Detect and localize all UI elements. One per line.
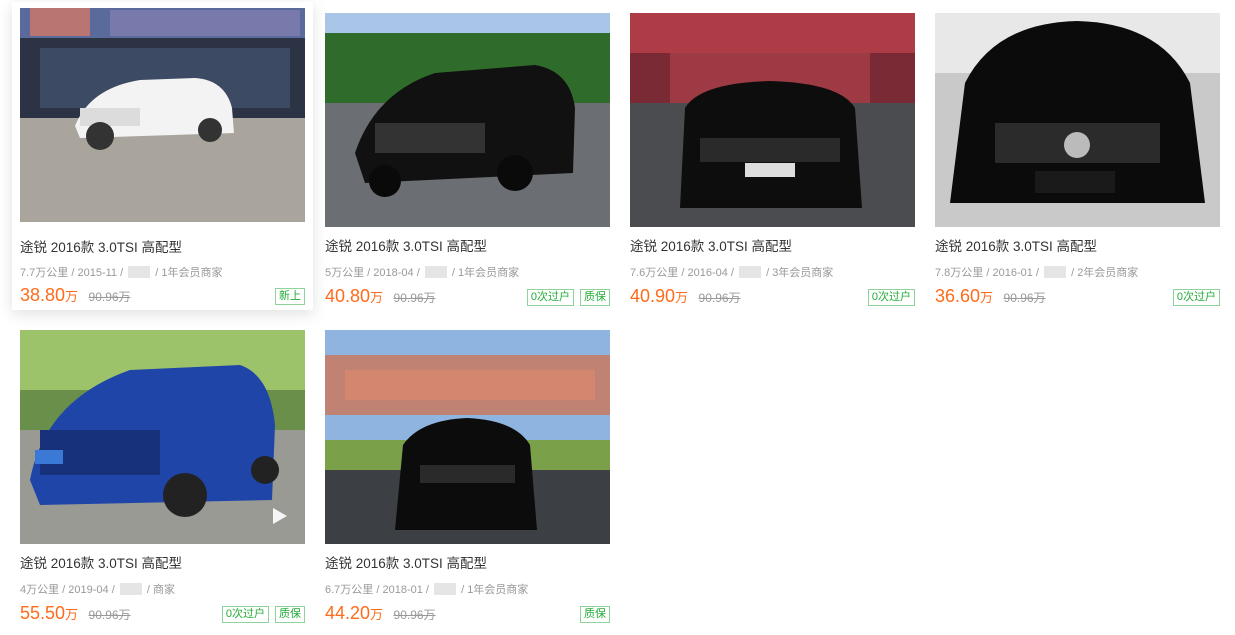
original-price: 90.96万: [1003, 291, 1046, 305]
date-text: 2019-04: [68, 584, 109, 596]
tag-badge: 0次过户: [1172, 289, 1220, 306]
listing-price: 44.20万: [325, 603, 384, 623]
redacted-location: [424, 266, 447, 278]
tag-list: 0次过户: [1172, 289, 1220, 306]
date-text: 2018-01: [382, 584, 423, 596]
listing-title[interactable]: 途锐 2016款 3.0TSI 高配型: [20, 552, 182, 572]
listing-title[interactable]: 途锐 2016款 3.0TSI 高配型: [325, 552, 487, 572]
listing-price: 40.90万: [630, 286, 689, 306]
tag-badge: 新上: [275, 288, 305, 305]
tag-list: 0次过户 质保: [526, 289, 610, 306]
seller-text: 3年会员商家: [772, 267, 834, 279]
listing-meta: 6.7万公里 / 2018-01 / / 1年会员商家: [325, 583, 529, 596]
mileage-text: 6.7万公里: [325, 584, 374, 596]
listing-card[interactable]: 途锐 2016款 3.0TSI 高配型 5万公里 / 2018-04 / / 1…: [325, 13, 610, 313]
seller-text: 1年会员商家: [161, 267, 223, 279]
redacted-location: [119, 583, 142, 595]
price-row: 38.80万 90.96万 新上: [20, 285, 305, 311]
listing-card[interactable]: 途锐 2016款 3.0TSI 高配型 6.7万公里 / 2018-01 / /…: [325, 330, 610, 630]
seller-text: 2年会员商家: [1077, 267, 1139, 279]
tag-list: 0次过户 质保: [221, 606, 305, 623]
listing-meta: 7.8万公里 / 2016-01 / / 2年会员商家: [935, 266, 1139, 279]
mileage-text: 7.6万公里: [630, 267, 679, 279]
price-row: 40.90万 90.96万 0次过户: [630, 286, 915, 312]
black-touareg-lot-icon[interactable]: [630, 13, 915, 227]
mileage-text: 7.7万公里: [20, 267, 69, 279]
listing-card[interactable]: 途锐 2016款 3.0TSI 高配型 7.8万公里 / 2016-01 / /…: [935, 13, 1220, 313]
white-touareg-showroom-icon[interactable]: [20, 8, 305, 222]
price-row: 55.50万 90.96万 0次过户 质保: [20, 603, 305, 629]
play-icon[interactable]: [273, 508, 287, 524]
original-price: 90.96万: [393, 291, 436, 305]
tag-badge: 质保: [580, 289, 610, 306]
price-row: 40.80万 90.96万 0次过户 质保: [325, 286, 610, 312]
listing-price: 36.60万: [935, 286, 994, 306]
date-text: 2016-04: [687, 267, 728, 279]
car-listing-grid: 途锐 2016款 3.0TSI 高配型 7.7万公里 / 2015-11 / /…: [0, 0, 1235, 635]
seller-text: 1年会员商家: [458, 267, 520, 279]
original-price: 90.96万: [698, 291, 741, 305]
tag-badge: 0次过户: [526, 289, 574, 306]
black-touareg-park-icon[interactable]: [325, 330, 610, 544]
listing-price: 55.50万: [20, 603, 79, 623]
redacted-location: [434, 583, 457, 595]
listing-meta: 7.6万公里 / 2016-04 / / 3年会员商家: [630, 266, 834, 279]
tag-badge: 质保: [580, 606, 610, 623]
original-price: 90.96万: [88, 608, 131, 622]
listing-price: 40.80万: [325, 286, 384, 306]
date-text: 2018-04: [373, 267, 414, 279]
blue-touareg-street-icon[interactable]: [20, 330, 305, 544]
seller-text: 商家: [153, 584, 176, 596]
seller-text: 1年会员商家: [467, 584, 529, 596]
original-price: 90.96万: [88, 290, 131, 304]
listing-title[interactable]: 途锐 2016款 3.0TSI 高配型: [325, 235, 487, 255]
date-text: 2016-01: [992, 267, 1033, 279]
date-text: 2015-11: [77, 267, 118, 279]
redacted-location: [128, 266, 151, 278]
price-row: 44.20万 90.96万 质保: [325, 603, 610, 629]
tag-badge: 质保: [275, 606, 305, 623]
tag-list: 0次过户: [867, 289, 915, 306]
listing-title[interactable]: 途锐 2016款 3.0TSI 高配型: [935, 235, 1097, 255]
listing-price: 38.80万: [20, 285, 79, 305]
tag-badge: 0次过户: [221, 606, 269, 623]
price-row: 36.60万 90.96万 0次过户: [935, 286, 1220, 312]
black-touareg-road-icon[interactable]: [325, 13, 610, 227]
tag-list: 质保: [580, 606, 610, 623]
listing-card[interactable]: 途锐 2016款 3.0TSI 高配型 7.6万公里 / 2016-04 / /…: [630, 13, 915, 313]
mileage-text: 5万公里: [325, 267, 365, 279]
listing-meta: 7.7万公里 / 2015-11 / / 1年会员商家: [20, 266, 223, 279]
listing-card[interactable]: 途锐 2016款 3.0TSI 高配型 4万公里 / 2019-04 / / 商…: [20, 330, 305, 630]
mileage-text: 7.8万公里: [935, 267, 984, 279]
listing-meta: 5万公里 / 2018-04 / / 1年会员商家: [325, 266, 520, 279]
original-price: 90.96万: [393, 608, 436, 622]
black-touareg-front-icon[interactable]: [935, 13, 1220, 227]
mileage-text: 4万公里: [20, 584, 60, 596]
listing-meta: 4万公里 / 2019-04 / / 商家: [20, 583, 176, 596]
listing-title[interactable]: 途锐 2016款 3.0TSI 高配型: [20, 236, 182, 256]
tag-list: 新上: [275, 288, 305, 305]
listing-card[interactable]: 途锐 2016款 3.0TSI 高配型 7.7万公里 / 2015-11 / /…: [12, 2, 313, 310]
listing-title[interactable]: 途锐 2016款 3.0TSI 高配型: [630, 235, 792, 255]
redacted-location: [1044, 266, 1067, 278]
redacted-location: [739, 266, 762, 278]
tag-badge: 0次过户: [867, 289, 915, 306]
